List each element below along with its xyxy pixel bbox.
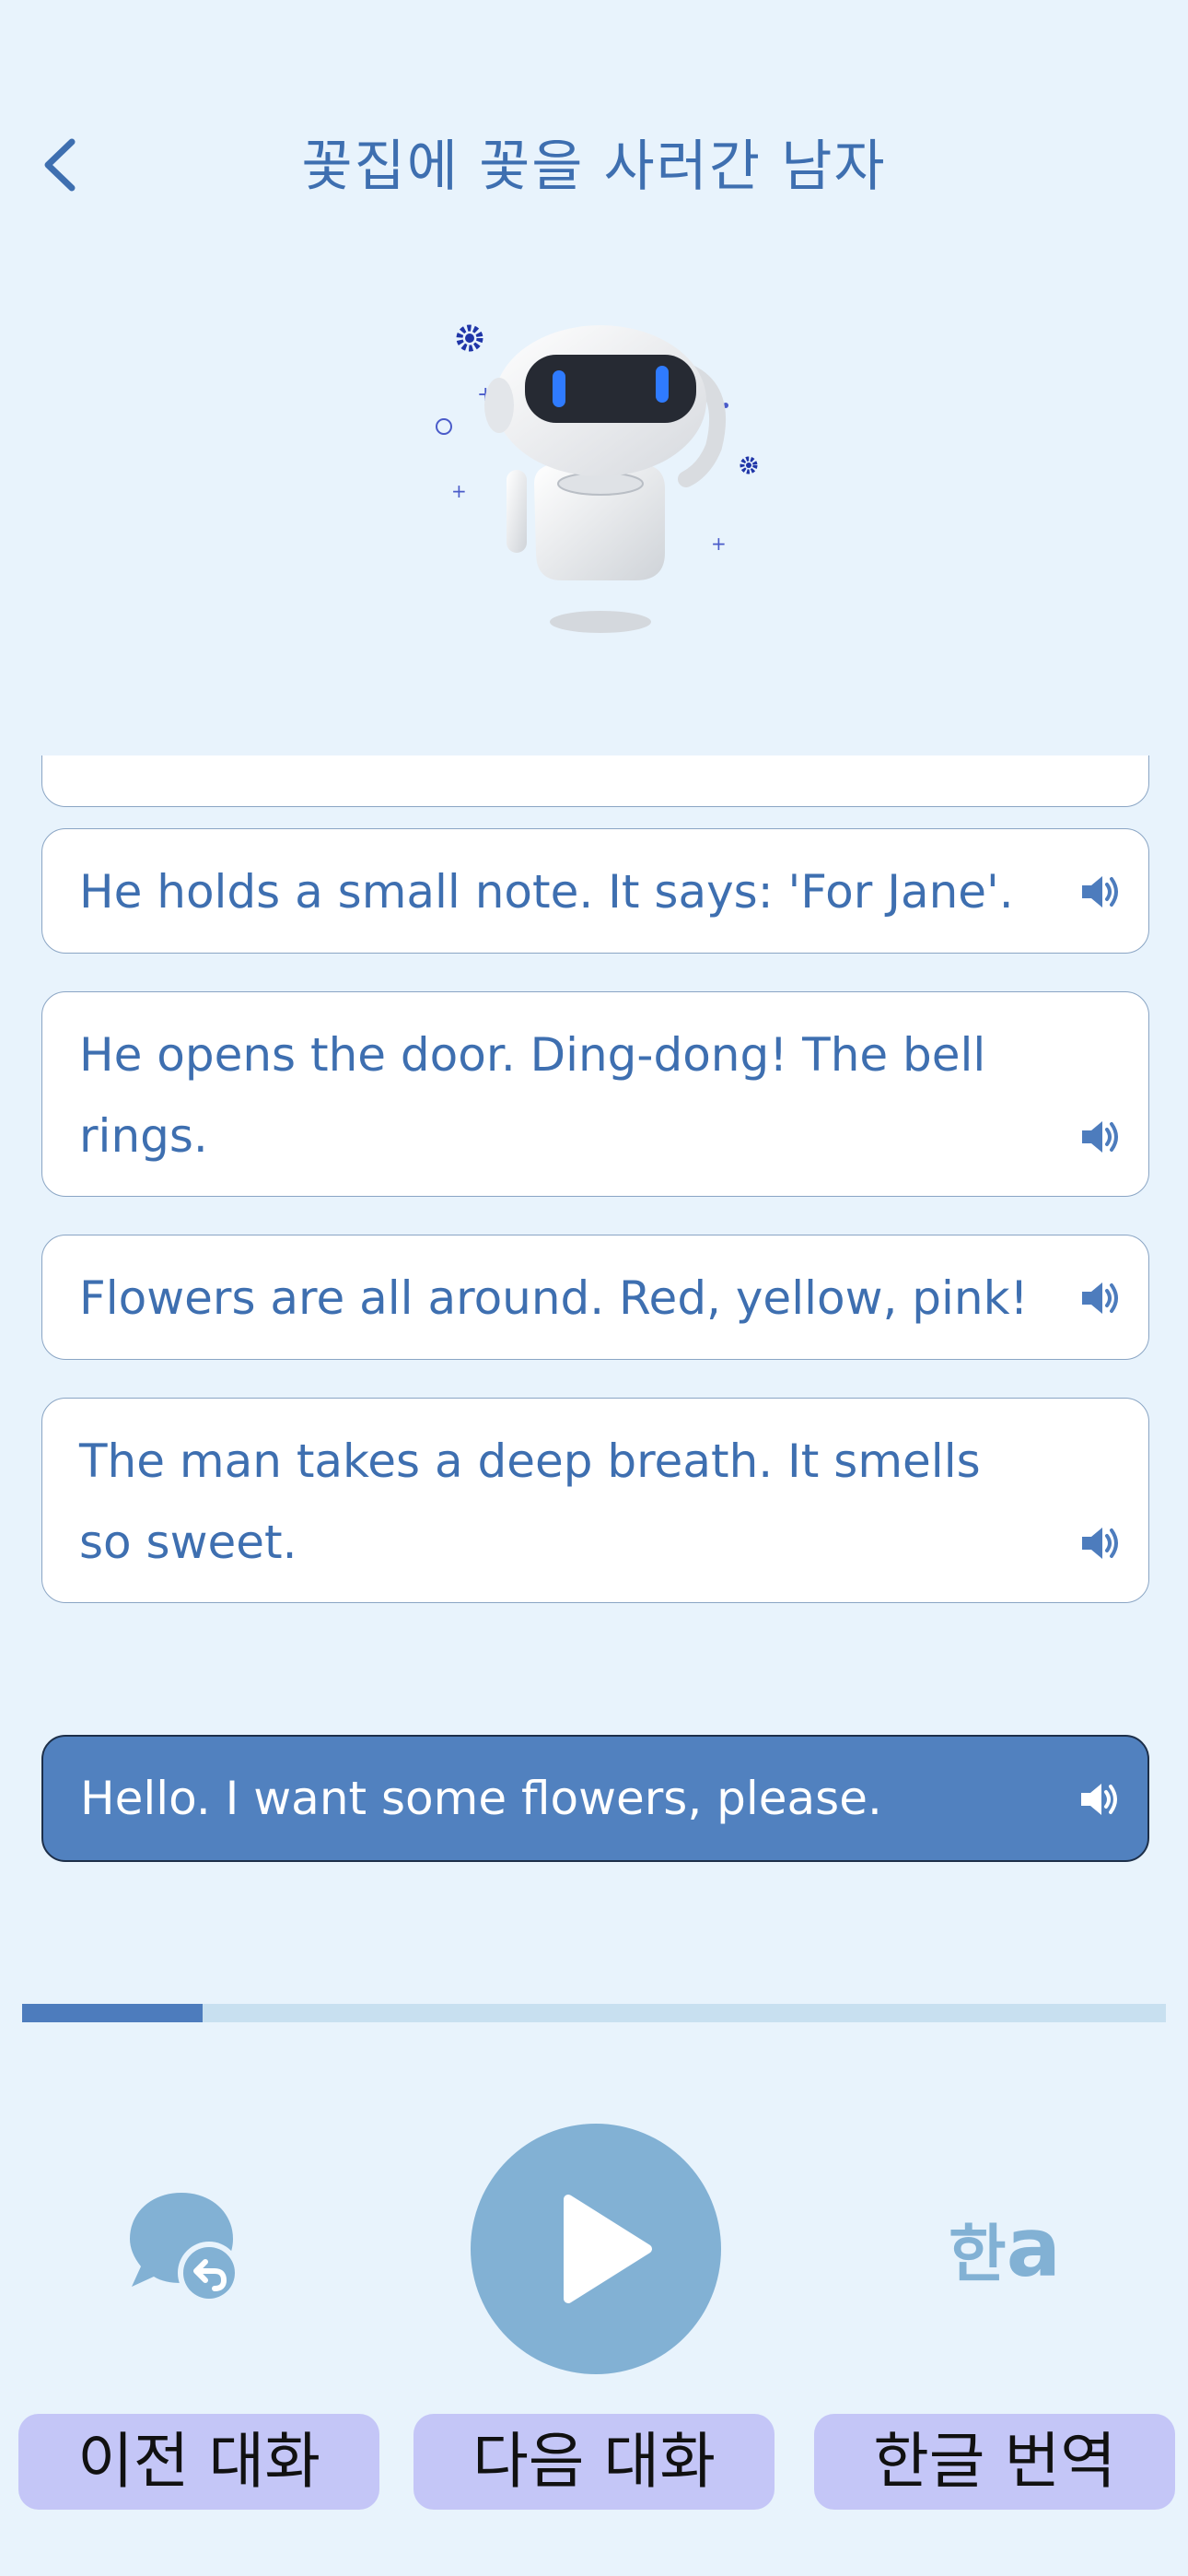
progress-bar[interactable] [22,2004,1166,2022]
speaker-icon[interactable] [1077,1778,1120,1821]
speaker-icon[interactable] [1078,871,1121,913]
speaker-icon[interactable] [1078,1522,1121,1564]
dialogue-text: Flowers are all around. Red, yellow, pin… [79,1271,1029,1325]
gear-icon [456,324,483,352]
chat-bubble-return-icon [130,2193,240,2304]
svg-text:+: + [711,533,727,555]
previous-dialogue-label-button[interactable]: 이전 대화 [18,2414,379,2510]
gear-icon [740,456,758,474]
latin-a-glyph: a [1006,2200,1061,2295]
hangul-glyph: 한 [949,2219,1007,2291]
dialogue-text: The man takes a deep breath. It smells s… [79,1434,981,1569]
speaker-icon[interactable] [1078,1116,1121,1158]
dialogue-bubble[interactable]: He holds a small note. It says: 'For Jan… [41,828,1149,954]
current-dialogue-text: Hello. I want some flowers, please. [80,1772,882,1825]
dialogue-bubble-partial [41,755,1149,807]
header: 꽃집에 꽃을 사러간 남자 [0,101,1188,212]
dialogue-list[interactable]: He holds a small note. It says: 'For Jan… [0,755,1188,1626]
next-dialogue-label-button[interactable]: 다음 대화 [413,2414,775,2510]
korean-translation-label-button[interactable]: 한글 번역 [814,2414,1175,2510]
play-button[interactable] [471,2124,721,2374]
progress-fill [22,2004,204,2022]
play-icon [564,2195,652,2303]
dialogue-bubble[interactable]: He opens the door. Ding-dong! The bell r… [41,991,1149,1197]
dialogue-bubble[interactable]: Flowers are all around. Red, yellow, pin… [41,1235,1149,1360]
dialogue-text: He opens the door. Ding-dong! The bell r… [79,1028,986,1163]
hangul-a-icon: 한a [949,2202,1087,2294]
svg-text:+: + [451,480,467,502]
speaker-icon[interactable] [1078,1277,1121,1319]
previous-dialogue-button[interactable] [124,2184,244,2304]
dialogue-bubble[interactable]: The man takes a deep breath. It smells s… [41,1398,1149,1603]
robot-illustration: + + + [436,324,758,633]
dialogue-text: He holds a small note. It says: 'For Jan… [79,865,1014,919]
translate-toggle-button[interactable]: 한a [949,2202,1087,2294]
current-dialogue[interactable]: Hello. I want some flowers, please. [41,1735,1149,1862]
page-title: 꽃집에 꽃을 사러간 남자 [301,135,887,199]
